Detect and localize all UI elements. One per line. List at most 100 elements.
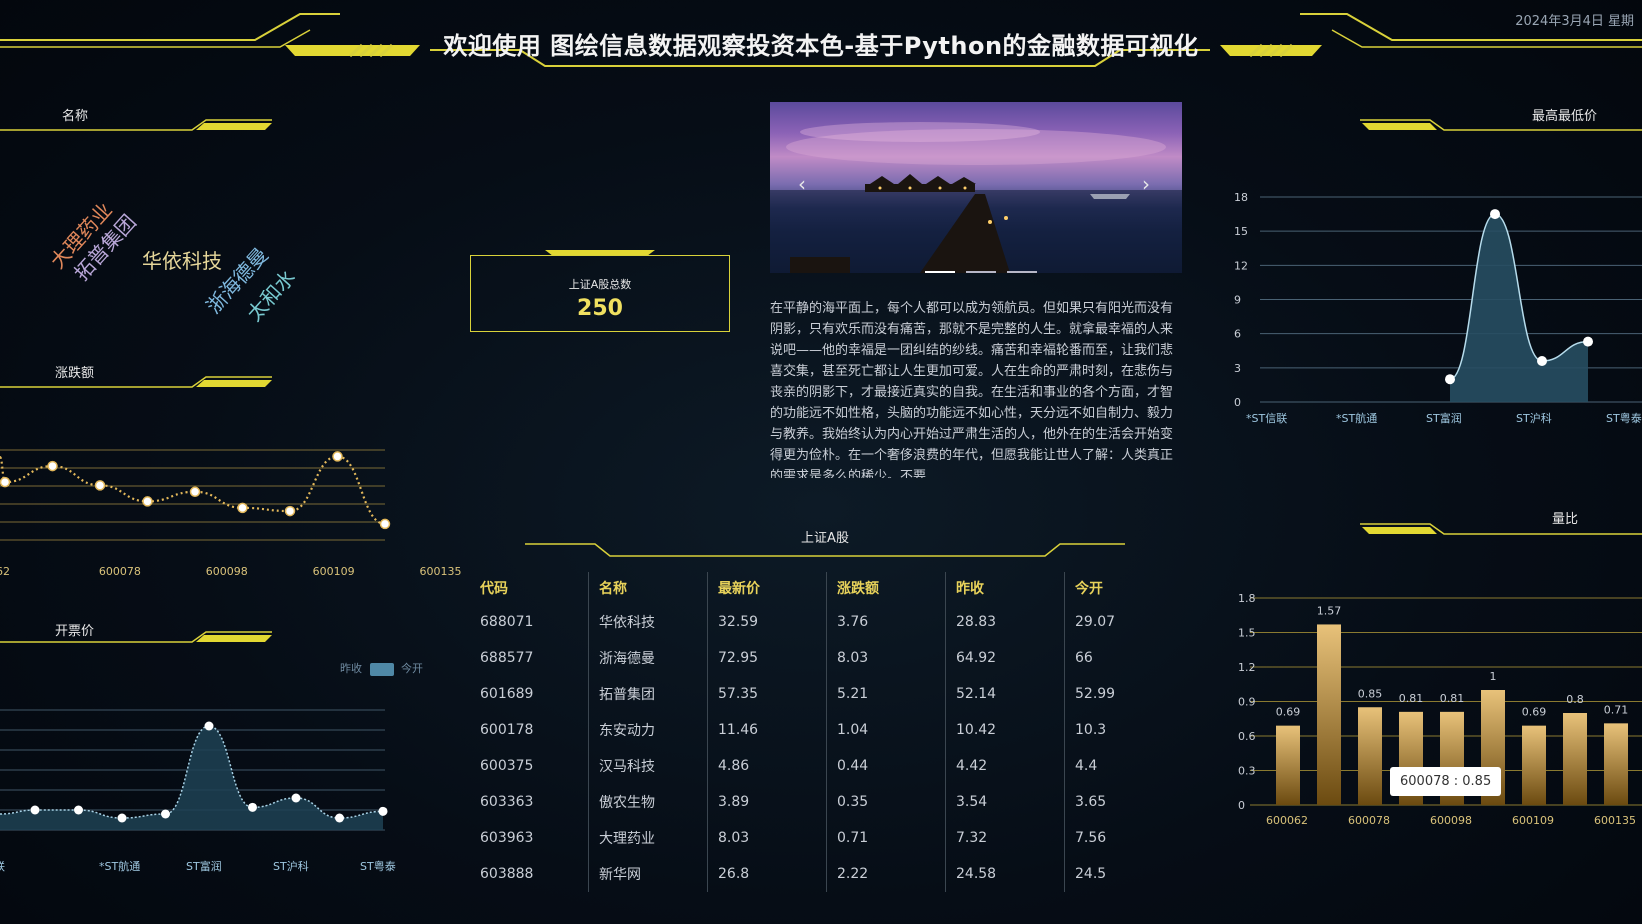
carousel-dot-2[interactable] [966,271,997,273]
cell: 7.56 [1075,830,1107,846]
cell: 0.44 [826,748,946,784]
data-point [332,451,343,462]
data-point [1490,209,1500,220]
cell: 66 [1075,650,1093,666]
x-tick-label: 600109 [313,565,355,578]
x-tick-label: ST粤泰 [360,859,396,873]
x-tick-label: *ST航通 [99,859,140,873]
x-tick-label: ST粤泰 [1606,411,1642,425]
highlow-area-chart[interactable]: 0 3 6 9 12 15 18 *ST信联 *ST航通 ST富润 ST沪科 ST粤泰 [1230,185,1642,425]
data-point [189,486,201,498]
table-title: 上证A股 [801,531,849,546]
x-tick-label: ST沪科 [273,859,309,873]
bar-value-label: 1 [1490,670,1497,683]
data-point [0,476,11,488]
cell: 600178 [470,712,589,748]
cell: 24.58 [945,856,1065,892]
cell: 688577 [470,640,589,676]
data-point [237,502,248,514]
cell: 8.03 [707,820,827,856]
data-point [291,793,301,803]
table-row[interactable]: 603363 傲农生物 3.89 0.35 3.54 3.65 [470,784,1183,820]
data-point [1537,356,1547,366]
carousel-prev-button[interactable]: ‹ [798,172,806,196]
stat-value: 250 [577,296,623,321]
cell: 0.35 [826,784,946,820]
x-tick-label: ST富润 [1426,411,1462,425]
legend-prev-label: 昨收 [340,662,362,675]
carousel-dot-1[interactable] [925,271,955,273]
chart-tooltip: 600078 : 0.85 [1390,767,1502,796]
image-carousel[interactable]: ‹ › [770,102,1182,273]
cell: 72.95 [707,640,827,676]
header-open[interactable]: 今开 [1065,572,1184,604]
legend-open-label: 今开 [401,662,423,675]
x-tick-label: ST沪科 [1516,411,1552,425]
header-name[interactable]: 名称 [588,572,708,604]
data-point [379,518,391,530]
x-tick-label: 600078 [1348,814,1390,827]
table-row[interactable]: 601689 拓普集团 57.35 5.21 52.14 52.99 [470,676,1183,712]
table-row[interactable]: 600178 东安动力 11.46 1.04 10.42 10.3 [470,712,1183,748]
header-latest[interactable]: 最新价 [707,572,827,604]
bar [1276,725,1300,805]
x-tick-label: 62 [0,565,10,578]
cell: 64.92 [945,640,1065,676]
cell: 2.22 [826,856,946,892]
cell: 0.71 [826,820,946,856]
header-change[interactable]: 涨跌额 [826,572,946,604]
cell: 32.59 [707,604,827,640]
bar-value-label: 0.81 [1440,692,1465,705]
table-row[interactable]: 600375 汉马科技 4.86 0.44 4.42 4.4 [470,748,1183,784]
data-point [117,813,127,823]
bar [1522,725,1546,805]
x-tick-label: *ST航通 [1336,411,1377,425]
data-point [378,806,388,816]
data-point [94,480,106,491]
cell: 601689 [470,676,589,712]
cell: 傲农生物 [588,784,708,820]
bar [1317,624,1341,805]
y-tick-label: 1.5 [1238,627,1256,640]
volume-panel-divider [1360,523,1642,535]
cell: 603963 [470,820,589,856]
header-code[interactable]: 代码 [470,572,589,604]
table-row[interactable]: 603888 新华网 26.8 2.22 24.58 24.5 [470,856,1183,892]
stat-label: 上证A股总数 [568,278,632,291]
x-tick-label: 600098 [1430,814,1472,827]
y-tick-label: 9 [1234,294,1241,307]
description-text: 在平静的海平面上，每个人都可以成为领航员。但如果只有阳光而没有阴影，只有欢乐而没… [770,301,1174,478]
bar-value-label: 0.71 [1604,703,1629,716]
carousel-dot-3[interactable] [1007,271,1038,273]
y-tick-label: 1.2 [1238,661,1256,674]
y-tick-label: 0 [1238,799,1245,812]
cell: 7.32 [945,820,1065,856]
carousel-next-button[interactable]: › [1142,172,1150,196]
data-point [248,802,257,812]
cell: 3.89 [707,784,827,820]
x-tick-label: ST富润 [186,859,222,873]
data-point [47,460,58,472]
cell: 29.07 [1075,614,1116,630]
cell: 4.4 [1075,758,1098,774]
table-row[interactable]: 688577 浙海德曼 72.95 8.03 64.92 66 [470,640,1183,676]
x-tick-label: 600135 [1594,814,1636,827]
cell: 688071 [470,604,589,640]
table-row[interactable]: 603963 大理药业 8.03 0.71 7.32 7.56 [470,820,1183,856]
open-area-chart[interactable]: 联 *ST航通 ST富润 ST沪科 ST粤泰 [0,700,400,880]
table-row[interactable]: 688071 华依科技 32.59 3.76 28.83 29.07 [470,604,1183,640]
cell: 11.46 [707,712,827,748]
word-huayi[interactable]: 华依科技 [142,245,222,274]
carousel-indicators[interactable] [925,258,1038,273]
cell: 浙海德曼 [588,640,708,676]
volume-bar-chart[interactable]: 0 0.3 0.6 0.9 1.2 1.5 1.8 0.69 1.57 0.85 0.81 0.81 1… [1230,590,1642,850]
legend-prev-close[interactable]: 昨收 今开 [340,660,423,676]
data-point [74,805,83,815]
data-point [161,809,170,819]
change-line-chart[interactable]: 62 600078 600098 600109 600135 [0,440,462,580]
cell: 汉马科技 [588,748,708,784]
header-prev-close[interactable]: 昨收 [945,572,1065,604]
sea-pier-image [770,122,1182,273]
y-tick-label: 6 [1234,328,1241,341]
y-tick-label: 0.3 [1238,765,1256,778]
